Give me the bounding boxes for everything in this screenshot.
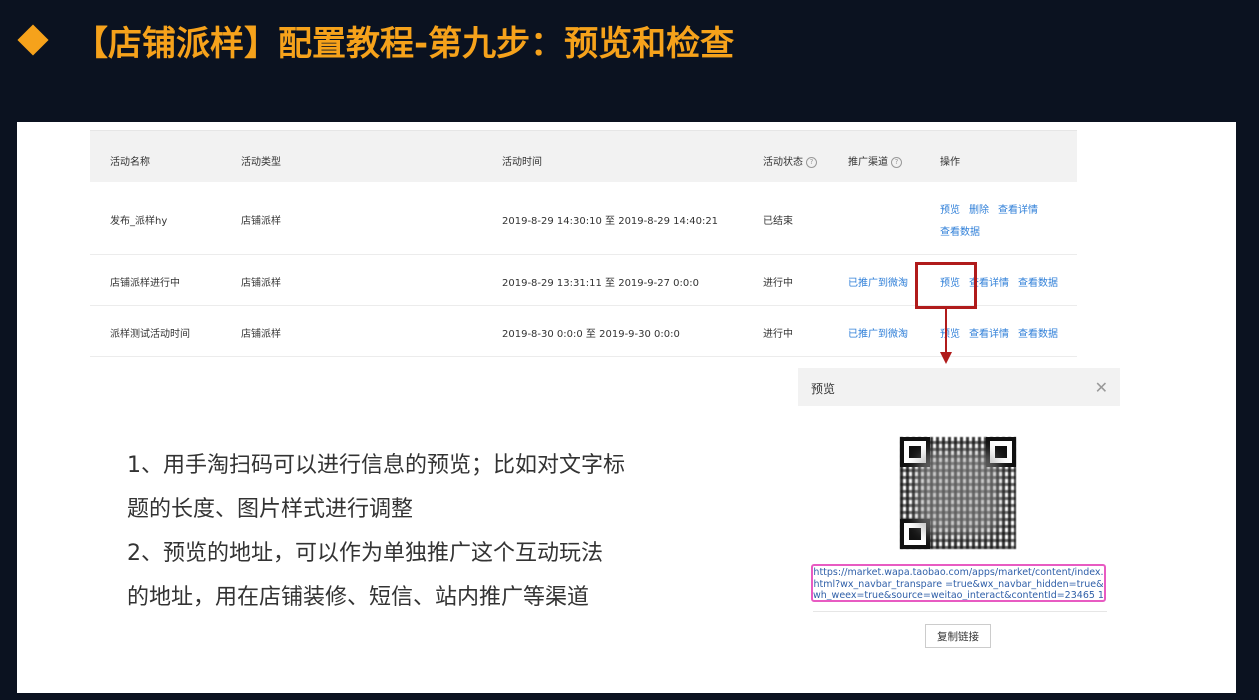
col-header-ops: 操作: [940, 157, 960, 168]
col-header-time: 活动时间: [502, 157, 542, 168]
description-line: 2、预览的地址，可以作为单独推广这个互动玩法: [127, 541, 603, 566]
pointer-arrow-head-icon: [940, 352, 952, 364]
preview-modal-header: 预览 ✕: [798, 368, 1120, 406]
activity-status: 进行中: [763, 329, 793, 340]
description-line: 的地址，用在店铺装修、短信、站内推广等渠道: [127, 585, 590, 610]
col-header-name: 活动名称: [110, 157, 150, 168]
table-row: 发布_派样hy 店铺派样 2019-8-29 14:30:10 至 2019-8…: [90, 182, 1077, 255]
activity-type: 店铺派样: [241, 216, 281, 227]
activity-name: 店铺派样进行中: [110, 278, 180, 289]
activity-time: 2019-8-29 14:30:10 至 2019-8-29 14:40:21: [502, 216, 719, 227]
description-line: 1、用手淘扫码可以进行信息的预览；比如对文字标: [127, 453, 625, 478]
help-icon[interactable]: ?: [891, 156, 902, 168]
channel-link[interactable]: 已推广到微淘: [848, 274, 908, 289]
view-data-link[interactable]: 查看数据: [1018, 329, 1058, 340]
activity-type: 店铺派样: [241, 278, 281, 289]
row-actions: 预览 查看详情 查看数据: [940, 325, 1067, 340]
view-details-link[interactable]: 查看详情: [998, 205, 1038, 216]
table-row: 派样测试活动时间 店铺派样 2019-8-30 0:0:0 至 2019-9-3…: [90, 306, 1077, 357]
help-icon[interactable]: ?: [806, 156, 817, 168]
preview-url[interactable]: https://market.wapa.taobao.com/apps/mark…: [811, 564, 1106, 602]
description-line: 题的长度、图片样式进行调整: [127, 497, 414, 522]
channel-link[interactable]: 已推广到微淘: [848, 325, 908, 340]
col-header-status: 活动状态?: [763, 153, 817, 168]
view-data-link[interactable]: 查看数据: [940, 227, 980, 238]
description-text: 1、用手淘扫码可以进行信息的预览；比如对文字标 题的长度、图片样式进行调整 2、…: [127, 444, 707, 620]
row-actions-2: 查看数据: [940, 223, 980, 238]
activity-time: 2019-8-29 13:31:11 至 2019-9-27 0:0:0: [502, 278, 699, 289]
slide-title-text: 【店铺派样】配置教程-第九步：预览和检查: [74, 23, 735, 64]
preview-link[interactable]: 预览: [940, 205, 960, 216]
activity-time: 2019-8-30 0:0:0 至 2019-9-30 0:0:0: [502, 329, 680, 340]
col-header-channel: 推广渠道?: [848, 153, 902, 168]
screenshot-canvas: 活动名称 活动类型 活动时间 活动状态? 推广渠道? 操作 发布_派样hy 店铺…: [17, 122, 1236, 693]
modal-title: 预览: [811, 382, 836, 396]
activity-type: 店铺派样: [241, 329, 281, 340]
col-header-channel-label: 推广渠道: [848, 157, 888, 168]
activity-status: 进行中: [763, 278, 793, 289]
highlight-box: [915, 262, 977, 309]
modal-divider: [813, 611, 1107, 612]
activity-name: 发布_派样hy: [110, 216, 168, 227]
diamond-bullet-icon: [17, 24, 49, 56]
col-header-type: 活动类型: [241, 157, 281, 168]
copy-link-button[interactable]: 复制链接: [925, 624, 991, 648]
preview-link[interactable]: 预览: [940, 329, 960, 340]
close-icon[interactable]: ✕: [1095, 378, 1108, 397]
table-header: 活动名称 活动类型 活动时间 活动状态? 推广渠道? 操作: [90, 130, 1077, 182]
activity-table: 活动名称 活动类型 活动时间 活动状态? 推广渠道? 操作 发布_派样hy 店铺…: [90, 130, 1077, 357]
qr-code-image: [900, 437, 1016, 549]
delete-link[interactable]: 删除: [969, 205, 989, 216]
activity-name: 派样测试活动时间: [110, 329, 190, 340]
pointer-arrow-line: [945, 309, 947, 354]
view-data-link[interactable]: 查看数据: [1018, 278, 1058, 289]
activity-status: 已结束: [763, 216, 793, 227]
col-header-status-label: 活动状态: [763, 157, 803, 168]
row-actions: 预览 删除 查看详情: [940, 201, 1047, 216]
view-details-link[interactable]: 查看详情: [969, 329, 1009, 340]
slide-title: 【店铺派样】配置教程-第九步：预览和检查: [17, 14, 735, 66]
qr-blur-mask: [916, 451, 1000, 535]
